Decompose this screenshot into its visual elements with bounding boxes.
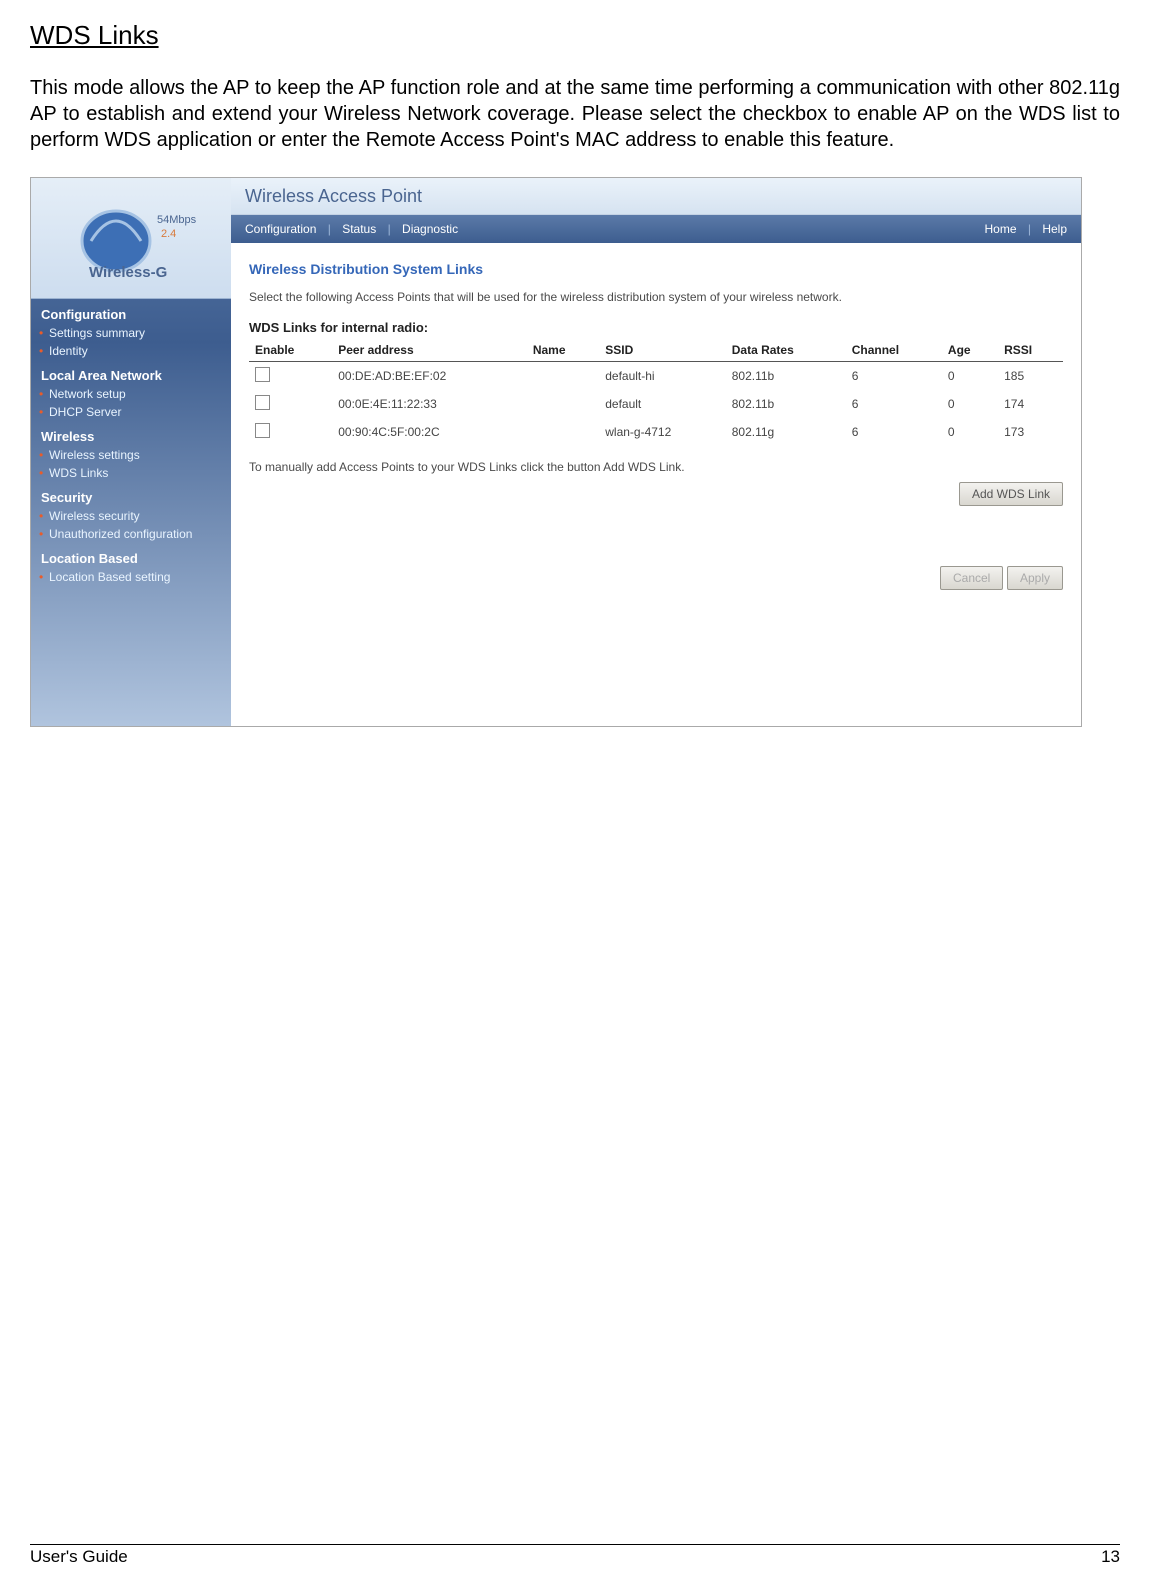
cell-channel: 6	[846, 361, 942, 390]
add-wds-link-button[interactable]: Add WDS Link	[959, 482, 1063, 506]
th-enable: Enable	[249, 339, 332, 362]
sidebar-link-network-setup[interactable]: Network setup	[31, 385, 231, 403]
page-footer: User's Guide 13	[30, 1544, 1120, 1567]
menubar: Configuration | Status | Diagnostic Home…	[231, 215, 1081, 243]
topbar-title: Wireless Access Point	[245, 186, 422, 207]
cell-peer: 00:90:4C:5F:00:2C	[332, 418, 527, 446]
table-row: 00:90:4C:5F:00:2C wlan-g-4712 802.11g 6 …	[249, 418, 1063, 446]
cell-ssid: wlan-g-4712	[599, 418, 726, 446]
wireless-g-logo-icon: 54Mbps 2.4 Wireless-G	[61, 193, 201, 283]
menu-status[interactable]: Status	[342, 222, 376, 236]
footer-left: User's Guide	[30, 1547, 128, 1567]
cell-peer: 00:DE:AD:BE:EF:02	[332, 361, 527, 390]
th-age: Age	[942, 339, 998, 362]
cell-ssid: default-hi	[599, 361, 726, 390]
enable-checkbox[interactable]	[255, 395, 270, 410]
th-rates: Data Rates	[726, 339, 846, 362]
sidebar-link-unauthorized-config[interactable]: Unauthorized configuration	[31, 525, 231, 543]
th-ssid: SSID	[599, 339, 726, 362]
cell-rates: 802.11b	[726, 361, 846, 390]
action-row: Cancel Apply	[249, 566, 1063, 590]
intro-paragraph: This mode allows the AP to keep the AP f…	[30, 75, 1120, 153]
cell-name	[527, 361, 599, 390]
th-name: Name	[527, 339, 599, 362]
enable-checkbox[interactable]	[255, 423, 270, 438]
menu-configuration[interactable]: Configuration	[245, 222, 316, 236]
topbar: Wireless Access Point	[231, 178, 1081, 215]
menu-help[interactable]: Help	[1042, 222, 1067, 236]
table-subhead: WDS Links for internal radio:	[249, 320, 1063, 335]
add-button-row: Add WDS Link	[249, 482, 1063, 506]
content-panel: Wireless Distribution System Links Selec…	[231, 243, 1081, 726]
menu-diagnostic[interactable]: Diagnostic	[402, 222, 458, 236]
cell-age: 0	[942, 390, 998, 418]
cell-rssi: 174	[998, 390, 1063, 418]
table-row: 00:DE:AD:BE:EF:02 default-hi 802.11b 6 0…	[249, 361, 1063, 390]
menu-separator: |	[1028, 222, 1031, 236]
table-header-row: Enable Peer address Name SSID Data Rates…	[249, 339, 1063, 362]
sidebar-section-security: Security	[31, 482, 231, 507]
sidebar-link-identity[interactable]: Identity	[31, 342, 231, 360]
table-row: 00:0E:4E:11:22:33 default 802.11b 6 0 17…	[249, 390, 1063, 418]
sidebar-link-location-setting[interactable]: Location Based setting	[31, 568, 231, 586]
menu-separator: |	[328, 222, 331, 236]
cell-age: 0	[942, 418, 998, 446]
sidebar-link-wireless-settings[interactable]: Wireless settings	[31, 446, 231, 464]
cell-name	[527, 418, 599, 446]
sidebar-section-lan: Local Area Network	[31, 360, 231, 385]
sidebar-section-configuration: Configuration	[31, 299, 231, 324]
svg-text:54Mbps: 54Mbps	[157, 214, 197, 226]
enable-checkbox[interactable]	[255, 367, 270, 382]
sidebar-link-wds-links[interactable]: WDS Links	[31, 464, 231, 482]
cell-channel: 6	[846, 418, 942, 446]
panel-title: Wireless Distribution System Links	[249, 261, 1063, 277]
sidebar-link-wireless-security[interactable]: Wireless security	[31, 507, 231, 525]
manual-note: To manually add Access Points to your WD…	[249, 460, 1063, 474]
svg-text:2.4: 2.4	[161, 228, 176, 240]
menu-home[interactable]: Home	[984, 222, 1016, 236]
sidebar-section-location: Location Based	[31, 543, 231, 568]
page-title: WDS Links	[30, 20, 1120, 51]
menu-separator: |	[388, 222, 391, 236]
sidebar-link-settings-summary[interactable]: Settings summary	[31, 324, 231, 342]
cell-rates: 802.11b	[726, 390, 846, 418]
cancel-button[interactable]: Cancel	[940, 566, 1003, 590]
wds-table: Enable Peer address Name SSID Data Rates…	[249, 339, 1063, 446]
logo-box: 54Mbps 2.4 Wireless-G	[31, 178, 231, 299]
sidebar-section-wireless: Wireless	[31, 421, 231, 446]
sidebar-link-dhcp-server[interactable]: DHCP Server	[31, 403, 231, 421]
svg-text:Wireless-G: Wireless-G	[89, 264, 167, 281]
menubar-right: Home | Help	[976, 222, 1067, 236]
wds-tbody: 00:DE:AD:BE:EF:02 default-hi 802.11b 6 0…	[249, 361, 1063, 446]
cell-age: 0	[942, 361, 998, 390]
panel-intro: Select the following Access Points that …	[249, 289, 1063, 306]
cell-peer: 00:0E:4E:11:22:33	[332, 390, 527, 418]
cell-rates: 802.11g	[726, 418, 846, 446]
cell-name	[527, 390, 599, 418]
cell-ssid: default	[599, 390, 726, 418]
cell-rssi: 173	[998, 418, 1063, 446]
cell-channel: 6	[846, 390, 942, 418]
main-content: Wireless Access Point Configuration | St…	[231, 178, 1081, 726]
cell-rssi: 185	[998, 361, 1063, 390]
apply-button[interactable]: Apply	[1007, 566, 1063, 590]
th-peer: Peer address	[332, 339, 527, 362]
sidebar: 54Mbps 2.4 Wireless-G Configuration Sett…	[31, 178, 231, 726]
footer-page-number: 13	[1101, 1547, 1120, 1567]
menubar-left: Configuration | Status | Diagnostic	[245, 222, 466, 236]
th-rssi: RSSI	[998, 339, 1063, 362]
th-channel: Channel	[846, 339, 942, 362]
router-ui-screenshot: 54Mbps 2.4 Wireless-G Configuration Sett…	[30, 177, 1082, 727]
